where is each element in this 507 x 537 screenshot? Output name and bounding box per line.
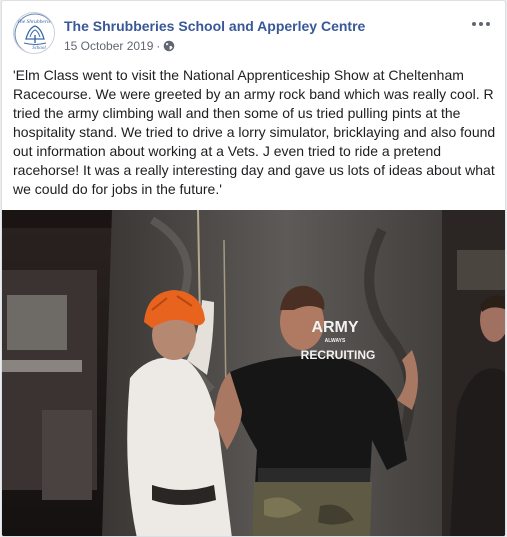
facebook-post: The Shrubberies School The Shrubberies S…	[1, 0, 506, 537]
globe-icon[interactable]	[163, 40, 175, 52]
more-options-icon[interactable]	[469, 14, 493, 34]
meta-separator: ·	[156, 39, 161, 53]
post-body-text: 'Elm Class went to visit the National Ap…	[13, 67, 496, 197]
page-avatar[interactable]: The Shrubberies School	[13, 12, 55, 54]
shirt-text-always: ALWAYS	[325, 338, 346, 344]
shirt-text-army: ARMY	[311, 319, 358, 336]
page-name-link[interactable]: The Shrubberies School and Apperley Cent…	[64, 18, 365, 34]
logo-text-bottom: School	[32, 46, 46, 51]
post-photo[interactable]: ARMY ALWAYS RECRUITING	[2, 210, 505, 536]
photo-image: ARMY ALWAYS RECRUITING	[2, 210, 505, 536]
post-meta: 15 October 2019 ·	[64, 39, 175, 53]
post-date[interactable]: 15 October 2019	[64, 39, 153, 53]
post-header: The Shrubberies School The Shrubberies S…	[13, 12, 495, 56]
logo-text-top: The Shrubberies	[17, 19, 53, 25]
school-logo: The Shrubberies School	[14, 13, 54, 53]
shirt-text-recruiting: RECRUITING	[301, 348, 376, 362]
